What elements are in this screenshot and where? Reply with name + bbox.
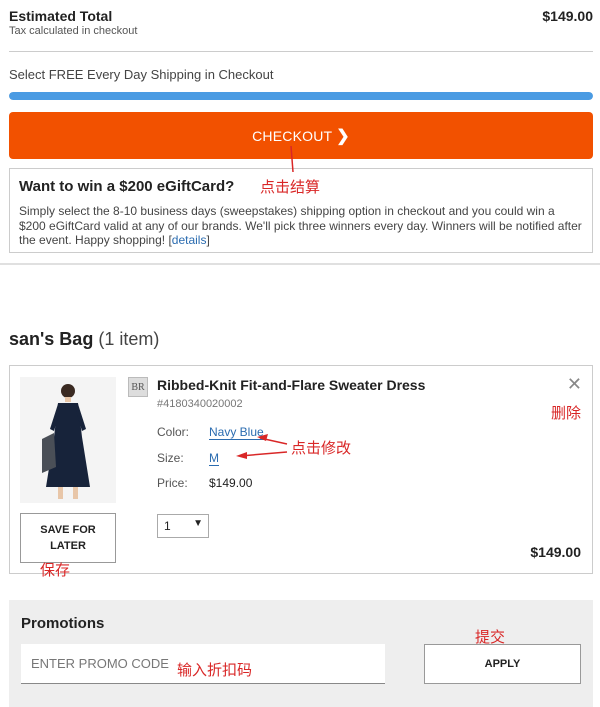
remove-item-close-icon[interactable]: ✕ <box>567 374 582 395</box>
price-label: Price: <box>157 476 188 490</box>
save-label-line1: SAVE FOR <box>40 524 96 536</box>
estimated-total-summary: Estimated Total Tax calculated in checko… <box>9 8 593 37</box>
bag-item-card: SAVE FOR LATER BR Ribbed-Knit Fit-and-Fl… <box>9 365 593 574</box>
chevron-right-icon: ❯ <box>336 127 350 145</box>
product-image[interactable] <box>20 377 116 503</box>
product-sku: #4180340020002 <box>157 398 243 410</box>
checkout-button[interactable]: CHECKOUT ❯ <box>9 112 593 159</box>
color-label: Color: <box>157 425 190 439</box>
tax-note: Tax calculated in checkout <box>9 25 138 37</box>
quantity-select[interactable]: 1 ▼ <box>157 514 209 538</box>
color-value[interactable]: Navy Blue <box>209 425 264 440</box>
product-name[interactable]: Ribbed-Knit Fit-and-Flare Sweater Dress <box>157 377 425 393</box>
item-total-price: $149.00 <box>530 544 581 560</box>
price-value: $149.00 <box>209 476 253 490</box>
size-label: Size: <box>157 451 184 465</box>
estimated-total-value: $149.00 <box>542 8 593 24</box>
shipping-progress-bar <box>9 92 593 100</box>
caret-down-icon: ▼ <box>193 518 203 529</box>
brand-logo-icon: BR <box>128 377 148 397</box>
bag-item-count: (1 item) <box>98 329 160 349</box>
annotation-modify: 点击修改 <box>291 439 352 457</box>
color-link[interactable]: Navy Blue <box>209 425 264 440</box>
estimated-total-label: Estimated Total <box>9 8 113 24</box>
annotation-promo-input: 输入折扣码 <box>177 661 253 679</box>
checkout-label: CHECKOUT <box>252 127 333 144</box>
quantity-value: 1 <box>164 519 171 533</box>
section-divider <box>0 263 600 265</box>
apply-promo-button[interactable]: APPLY <box>424 644 581 684</box>
promotions-title: Promotions <box>21 615 105 632</box>
dress-illustration <box>20 377 116 503</box>
save-for-later-button[interactable]: SAVE FOR LATER <box>20 513 116 563</box>
promotions-section: Promotions APPLY <box>9 600 593 707</box>
bag-title: san's Bag (1 item) <box>9 329 159 350</box>
annotation-checkout: 点击结算 <box>260 178 321 196</box>
shipping-progress-fill <box>9 92 593 100</box>
egift-body-text: Simply select the 8-10 business days (sw… <box>19 204 582 247</box>
details-link[interactable]: details <box>172 233 207 247</box>
annotation-delete: 删除 <box>551 404 582 422</box>
annotation-save: 保存 <box>40 561 71 579</box>
divider <box>9 51 593 52</box>
save-label-line2: LATER <box>50 540 86 552</box>
bag-owner: san's Bag <box>9 329 94 349</box>
egift-body: Simply select the 8-10 business days (sw… <box>19 204 583 248</box>
annotation-submit: 提交 <box>475 628 506 646</box>
size-value[interactable]: M <box>209 451 219 466</box>
size-link[interactable]: M <box>209 451 219 466</box>
egift-body-end: ] <box>206 233 210 247</box>
shipping-message: Select FREE Every Day Shipping in Checko… <box>9 67 274 82</box>
